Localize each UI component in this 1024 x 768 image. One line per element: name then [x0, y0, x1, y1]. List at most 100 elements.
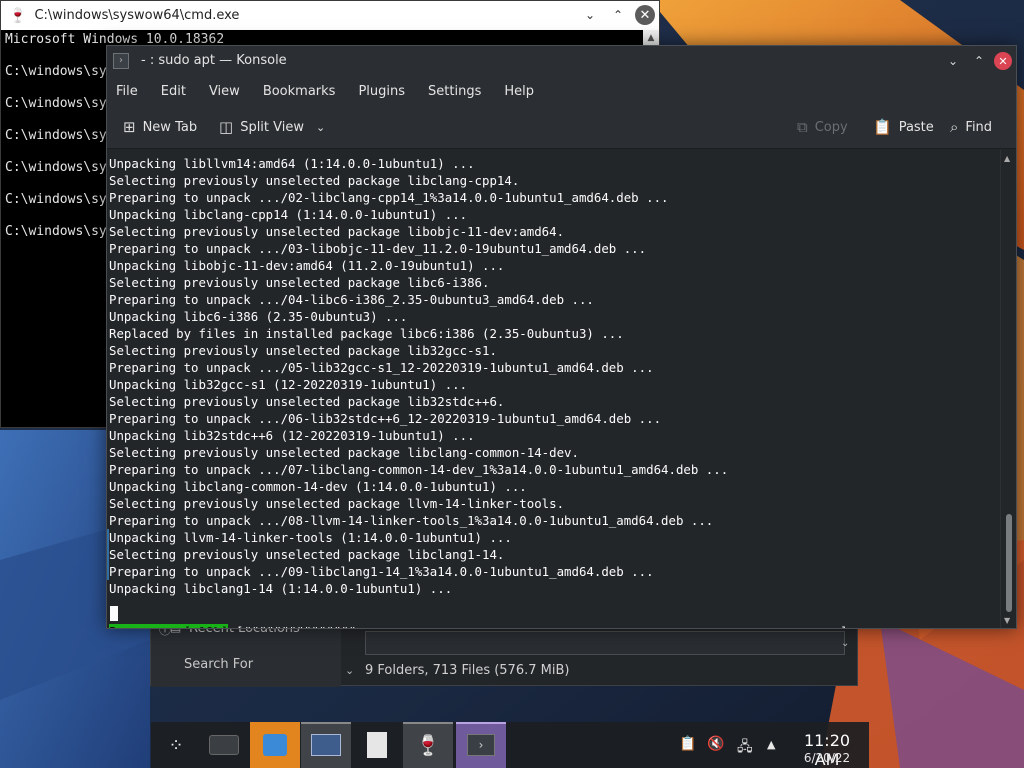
tray-expand-icon[interactable]: ▲ — [767, 738, 775, 751]
chevron-down-icon[interactable]: ⌄ — [345, 664, 354, 677]
terminal-line: Selecting previously unselected package … — [109, 445, 579, 460]
terminal-line: Unpacking libc6-i386 (2.35-0ubuntu3) ... — [109, 309, 408, 324]
terminal-scrollbar[interactable]: ▲ ▼ — [1000, 150, 1016, 628]
new-tab-button[interactable]: ⊞ New Tab — [123, 118, 197, 136]
task-discover[interactable] — [250, 722, 300, 768]
maximize-icon[interactable]: ⌃ — [607, 4, 629, 26]
terminal-line: Preparing to unpack .../07-libclang-comm… — [109, 462, 729, 477]
terminal-app-icon: › — [113, 52, 129, 69]
copy-button[interactable]: ⧉ Copy — [797, 118, 848, 136]
paste-icon: 📋 — [873, 118, 892, 136]
copy-label: Copy — [814, 119, 848, 135]
terminal-line: Preparing to unpack .../03-libobjc-11-de… — [109, 241, 647, 256]
terminal-line: Unpacking lib32stdc++6 (12-20220319-1ubu… — [109, 428, 475, 443]
menu-file[interactable]: File — [116, 84, 138, 99]
app-launcher-button[interactable]: ⁘ — [151, 722, 201, 768]
find-label: Find — [965, 119, 993, 135]
terminal-line: Unpacking lib32gcc-s1 (12-20220319-1ubun… — [109, 377, 468, 392]
terminal-icon: › — [467, 734, 495, 756]
minimize-icon[interactable]: ⌄ — [579, 4, 601, 26]
scrollbar-thumb[interactable] — [1006, 514, 1012, 612]
maximize-icon[interactable]: ⌃ — [968, 50, 990, 72]
terminal-line: Preparing to unpack .../08-llvm-14-linke… — [109, 513, 714, 528]
terminal-line: Replaced by files in installed package l… — [109, 326, 624, 341]
selection-marker — [107, 529, 109, 580]
paste-label: Paste — [898, 119, 934, 135]
terminal-line: Unpacking llvm-14-linker-tools (1:14.0.0… — [109, 530, 512, 545]
cmd-scrollbar-up-icon[interactable]: ▲ — [643, 30, 659, 46]
task-indicator — [456, 722, 506, 724]
cmd-titlebar[interactable]: 🍷 C:\windows\syswow64\cmd.exe ⌄ ⌃ ✕ — [1, 1, 659, 30]
search-icon: ⌕ — [950, 118, 959, 136]
terminal-line: Selecting previously unselected package … — [109, 224, 565, 239]
scroll-up-icon[interactable]: ▲ — [1004, 154, 1010, 163]
status-bar-text: 9 Folders, 713 Files (576.7 MiB) — [365, 663, 570, 678]
progress-label: Progress: [ 18%] — [109, 623, 229, 628]
task-dolphin[interactable] — [301, 722, 351, 768]
folder-icon — [311, 734, 341, 756]
document-icon — [367, 732, 387, 758]
terminal-line: Selecting previously unselected package … — [109, 547, 505, 562]
task-system-settings[interactable] — [199, 722, 249, 768]
new-tab-label: New Tab — [142, 119, 198, 135]
terminal-line: Preparing to unpack .../06-lib32stdc++6_… — [109, 411, 662, 426]
clock-date[interactable]: 6/20/22 — [791, 751, 863, 765]
terminal-line: Unpacking libclang-cpp14 (1:14.0.0-1ubun… — [109, 207, 468, 222]
konsole-titlebar[interactable]: › - : sudo apt — Konsole ⌄ ⌃ ✕ — [107, 46, 1016, 76]
menu-settings[interactable]: Settings — [428, 84, 481, 99]
network-icon[interactable]: 🖧 — [737, 736, 753, 760]
chevron-down-icon[interactable]: ⌄ — [316, 121, 325, 134]
terminal-line: Preparing to unpack .../02-libclang-cpp1… — [109, 190, 669, 205]
konsole-window-title: - : sudo apt — Konsole — [141, 53, 287, 68]
menu-edit[interactable]: Edit — [161, 84, 186, 99]
menubar: File Edit View Bookmarks Plugins Setting… — [107, 76, 1016, 106]
task-document[interactable] — [352, 722, 402, 768]
menu-help[interactable]: Help — [504, 84, 534, 99]
progress-bar: [###############........................… — [236, 624, 848, 629]
terminal-line: Selecting previously unselected package … — [109, 173, 520, 188]
terminal-line: Preparing to unpack .../09-libclang1-14_… — [109, 564, 654, 579]
volume-muted-icon[interactable]: 🔇 — [707, 736, 724, 752]
menu-bookmarks[interactable]: Bookmarks — [263, 84, 336, 99]
sidebar-item-search-for[interactable]: Search For — [184, 657, 253, 672]
terminal-line: Unpacking libllvm14:amd64 (1:14.0.0-1ubu… — [109, 156, 475, 171]
task-wine[interactable]: 🍷 — [403, 722, 453, 768]
cmd-window-title: C:\windows\syswow64\cmd.exe — [34, 8, 240, 23]
terminal-line: Unpacking libclang1-14 (1:14.0.0-1ubuntu… — [109, 581, 453, 596]
kde-launcher-icon: ⁘ — [168, 734, 184, 756]
terminal-line: Selecting previously unselected package … — [109, 343, 497, 358]
wine-glass-icon: 🍷 — [415, 733, 441, 757]
task-indicator — [403, 722, 453, 724]
chevron-down-icon[interactable]: ⌄ — [841, 638, 849, 649]
split-view-icon: ◫ — [219, 118, 234, 136]
taskbar: ⁘ 🍷 › 📋 🔇 🖧 ▲ 11:20 AM 6/20/22 — [151, 722, 869, 768]
minimize-icon[interactable]: ⌄ — [942, 50, 964, 72]
terminal-line: Selecting previously unselected package … — [109, 496, 565, 511]
dolphin-view-area — [365, 631, 845, 655]
terminal-view[interactable]: Unpacking libllvm14:amd64 (1:14.0.0-1ubu… — [107, 150, 1002, 628]
terminal-line: Preparing to unpack .../05-lib32gcc-s1_1… — [109, 360, 654, 375]
wine-glass-icon: 🍷 — [9, 7, 27, 24]
settings-icon — [209, 735, 239, 755]
split-view-button[interactable]: ◫ Split View ⌄ — [219, 118, 325, 136]
text-cursor — [110, 605, 118, 621]
terminal-line: Preparing to unpack .../04-libc6-i386_2.… — [109, 292, 594, 307]
find-button[interactable]: ⌕ Find — [950, 118, 992, 136]
close-icon[interactable]: ✕ — [994, 52, 1012, 70]
clipboard-icon[interactable]: 📋 — [679, 736, 696, 752]
toolbar: ⊞ New Tab ◫ Split View ⌄ ⧉ Copy 📋 Paste … — [107, 106, 1016, 149]
close-icon[interactable]: ✕ — [635, 5, 655, 25]
task-indicator — [301, 722, 351, 724]
terminal-line: Unpacking libclang-common-14-dev (1:14.0… — [109, 479, 527, 494]
menu-view[interactable]: View — [209, 84, 240, 99]
terminal-line: Unpacking libobjc-11-dev:amd64 (11.2.0-1… — [109, 258, 505, 273]
konsole-window[interactable]: › - : sudo apt — Konsole ⌄ ⌃ ✕ File Edit… — [106, 45, 1017, 629]
task-konsole[interactable]: › — [456, 722, 506, 768]
progress-spacer — [228, 624, 235, 629]
terminal-line: Selecting previously unselected package … — [109, 394, 505, 409]
paste-button[interactable]: 📋 Paste — [873, 118, 934, 136]
scroll-down-icon[interactable]: ▼ — [1004, 616, 1010, 625]
store-bag-icon — [263, 734, 287, 756]
menu-plugins[interactable]: Plugins — [358, 84, 405, 99]
apt-progress-line: Progress: [ 18%] [###############.......… — [109, 623, 848, 629]
